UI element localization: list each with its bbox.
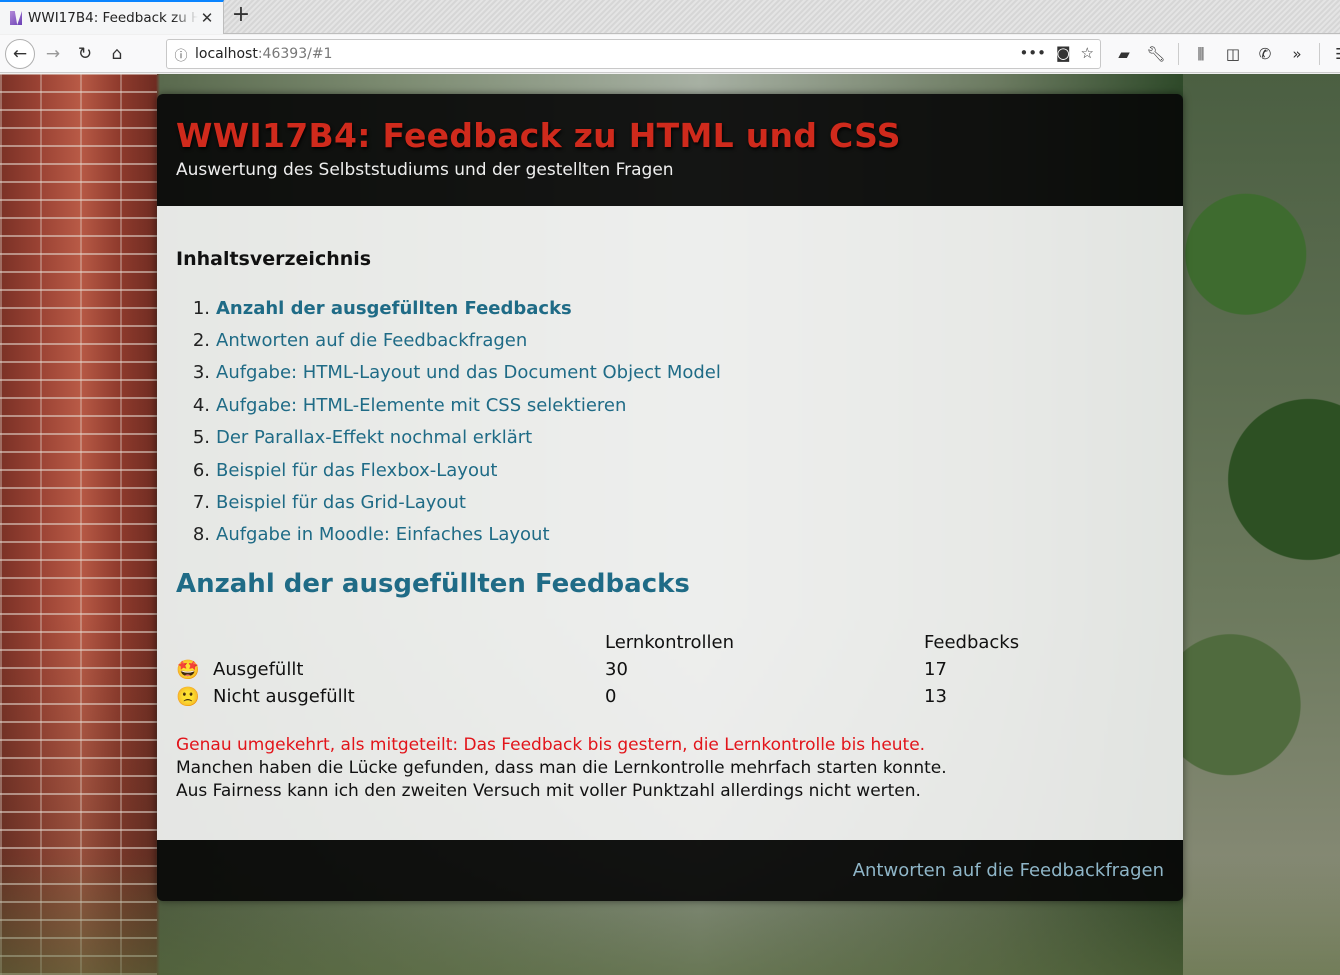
- notes: Genau umgekehrt, als mitgeteilt: Das Fee…: [176, 734, 1164, 803]
- reload-button[interactable]: ↻: [70, 39, 100, 69]
- navigation-toolbar: ← → ↻ ⌂ ⓘ localhost:46393/#1 ••• ◙ ☆ ▰ 🔧…: [0, 35, 1340, 73]
- warning-note: Genau umgekehrt, als mitgeteilt: Das Fee…: [176, 735, 926, 756]
- toc-item-4: 4. Aufgabe: HTML-Elemente mit CSS selekt…: [176, 389, 1164, 421]
- reload-icon: ↻: [77, 44, 93, 64]
- lernkontrollen-value: 0: [605, 686, 617, 708]
- toc-link-css-selectors[interactable]: Aufgabe: HTML-Elemente mit CSS selektier…: [216, 395, 626, 416]
- feedbacks-value: 17: [924, 659, 947, 681]
- column-header-lernkontrollen: Lernkontrollen: [605, 632, 735, 654]
- forward-button[interactable]: →: [38, 39, 68, 69]
- table-of-contents: 1. Anzahl der ausgefüllten Feedbacks 2. …: [176, 292, 1164, 551]
- toc-number: 4.: [192, 394, 210, 416]
- next-section-link[interactable]: Antworten auf die Feedbackfragen: [853, 860, 1164, 881]
- toc-number: 6.: [192, 459, 210, 481]
- toc-number: 5.: [192, 427, 210, 449]
- info-icon[interactable]: ⓘ: [167, 45, 195, 64]
- main-content: Inhaltsverzeichnis 1. Anzahl der ausgefü…: [157, 206, 1183, 840]
- note-line: Aus Fairness kann ich den zweiten Versuc…: [176, 781, 921, 802]
- toc-item-3: 3. Aufgabe: HTML-Layout und das Document…: [176, 357, 1164, 389]
- toc-link-flexbox[interactable]: Beispiel für das Flexbox-Layout: [216, 460, 497, 481]
- home-icon: ⌂: [111, 44, 123, 64]
- toc-link-html-layout-dom[interactable]: Aufgabe: HTML-Layout und das Document Ob…: [216, 362, 721, 383]
- toc-link-grid[interactable]: Beispiel für das Grid-Layout: [216, 492, 466, 513]
- favicon-icon: [10, 11, 22, 25]
- url-text: localhost:46393/#1: [195, 46, 332, 62]
- page-footer: Antworten auf die Feedbackfragen: [157, 840, 1183, 901]
- new-tab-button[interactable]: +: [230, 4, 252, 28]
- addon-icon[interactable]: ✆: [1251, 39, 1279, 69]
- feedbacks-value: 13: [924, 686, 947, 708]
- toc-item-6: 6. Beispiel für das Flexbox-Layout: [176, 454, 1164, 486]
- toc-number: 2.: [192, 330, 210, 352]
- toc-item-7: 7. Beispiel für das Grid-Layout: [176, 486, 1164, 518]
- more-icon[interactable]: •••: [1019, 44, 1046, 62]
- tab-title: WWI17B4: Feedback zu HTML und CSS: [28, 10, 198, 26]
- overflow-icon[interactable]: »: [1283, 39, 1311, 69]
- feedback-stats-table: Lernkontrollen Feedbacks 🤩 Ausgefüllt 30…: [176, 629, 1164, 710]
- star-struck-emoji-icon: 🤩: [176, 659, 200, 682]
- sidebar-icon[interactable]: ◫: [1219, 39, 1247, 69]
- pocket-icon[interactable]: ◙: [1056, 44, 1071, 62]
- close-tab-icon[interactable]: ✕: [199, 10, 215, 26]
- library-icon[interactable]: ⫼: [1187, 39, 1215, 69]
- toc-number: 7.: [192, 492, 210, 514]
- toc-item-1: 1. Anzahl der ausgefüllten Feedbacks: [176, 292, 1164, 324]
- forward-icon: →: [45, 44, 61, 64]
- page-header: WWI17B4: Feedback zu HTML und CSS Auswer…: [157, 94, 1183, 206]
- browser-tab[interactable]: WWI17B4: Feedback zu HTML und CSS ✕: [0, 0, 224, 34]
- toc-link-feedback-count[interactable]: Anzahl der ausgefüllten Feedbacks: [216, 298, 572, 319]
- tab-bar: WWI17B4: Feedback zu HTML und CSS ✕ +: [0, 0, 1340, 34]
- back-button[interactable]: ←: [5, 39, 35, 69]
- home-button[interactable]: ⌂: [102, 39, 132, 69]
- page-title: WWI17B4: Feedback zu HTML und CSS: [176, 116, 901, 155]
- bookmark-star-icon[interactable]: ☆: [1081, 44, 1094, 62]
- extension-icon[interactable]: ▰: [1110, 39, 1138, 69]
- row-label: Ausgefüllt: [213, 659, 304, 681]
- frowning-face-emoji-icon: 🙁: [176, 686, 200, 709]
- table-header-row: Lernkontrollen Feedbacks: [176, 629, 1164, 656]
- content-card: WWI17B4: Feedback zu HTML und CSS Auswer…: [157, 94, 1183, 901]
- note-line: Manchen haben die Lücke gefunden, dass m…: [176, 758, 947, 779]
- column-header-feedbacks: Feedbacks: [924, 632, 1020, 654]
- wrench-icon[interactable]: 🔧︎: [1142, 39, 1170, 69]
- menu-icon[interactable]: ☰: [1328, 39, 1340, 69]
- toc-item-8: 8. Aufgabe in Moodle: Einfaches Layout: [176, 519, 1164, 551]
- toc-link-feedback-answers[interactable]: Antworten auf die Feedbackfragen: [216, 330, 527, 351]
- toc-number: 3.: [192, 362, 210, 384]
- back-icon: ←: [12, 44, 28, 64]
- url-path: :46393/#1: [257, 46, 333, 62]
- toc-item-2: 2. Antworten auf die Feedbackfragen: [176, 324, 1164, 356]
- lernkontrollen-value: 30: [605, 659, 628, 681]
- table-row: 🤩 Ausgefüllt 30 17: [176, 656, 1164, 683]
- url-host: localhost: [195, 46, 258, 62]
- row-label: Nicht ausgefüllt: [213, 686, 355, 708]
- toc-link-parallax[interactable]: Der Parallax-Effekt nochmal erklärt: [216, 427, 532, 448]
- toc-number: 1.: [192, 297, 210, 319]
- toc-link-moodle-layout[interactable]: Aufgabe in Moodle: Einfaches Layout: [216, 524, 550, 545]
- section-heading: Anzahl der ausgefüllten Feedbacks: [176, 569, 690, 600]
- brick-wall-background: [0, 74, 157, 975]
- table-row: 🙁 Nicht ausgefüllt 0 13: [176, 683, 1164, 710]
- page-subtitle: Auswertung des Selbststudiums und der ge…: [176, 160, 674, 180]
- toc-heading: Inhaltsverzeichnis: [176, 248, 372, 270]
- toc-number: 8.: [192, 524, 210, 546]
- tree-background: [1183, 74, 1340, 975]
- url-bar[interactable]: ⓘ localhost:46393/#1 ••• ◙ ☆: [166, 39, 1101, 69]
- toc-item-5: 5. Der Parallax-Effekt nochmal erklärt: [176, 422, 1164, 454]
